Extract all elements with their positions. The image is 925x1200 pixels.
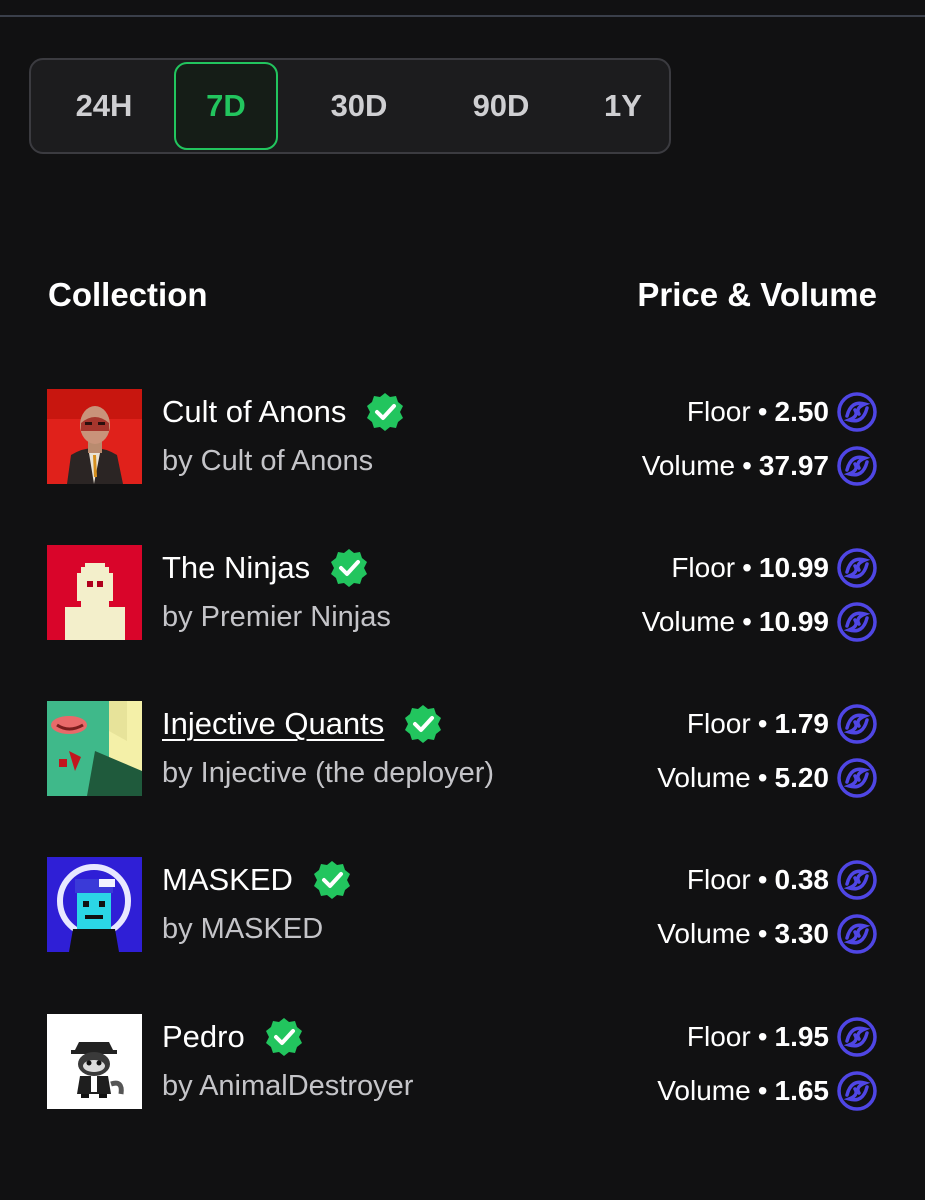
collection-name-link[interactable]: Injective Quants [162, 706, 384, 742]
injective-icon [837, 602, 877, 642]
collection-row[interactable]: MASKED by MASKED Floor • 0.38 Volume • 3.30 [0, 857, 925, 954]
collection-row[interactable]: The Ninjas by Premier Ninjas Floor • 10.99… [0, 545, 925, 642]
collection-thumbnail[interactable] [47, 389, 142, 484]
tab-24h[interactable]: 24H [53, 60, 155, 152]
injective-icon [837, 1017, 877, 1057]
collection-thumbnail[interactable] [47, 1014, 142, 1109]
floor-label: Floor [686, 708, 751, 739]
collection-row[interactable]: Injective Quants by Injective (the deplo… [0, 701, 925, 798]
floor-price: Floor • 2.50 [687, 392, 877, 432]
collection-row[interactable]: Cult of Anons by Cult of Anons Floor • 2.5… [0, 389, 925, 486]
collection-row[interactable]: Pedro by AnimalDestroyer Floor • 1.95 Volu… [0, 1014, 925, 1111]
floor-value: 10.99 [758, 552, 829, 583]
floor-label: Floor [686, 864, 751, 895]
collection-header: Collection [48, 276, 208, 313]
volume: Volume • 10.99 [642, 602, 877, 642]
floor-label: Floor [686, 1021, 751, 1052]
volume-label: Volume [641, 450, 736, 481]
top-divider [0, 15, 925, 17]
volume-value: 3.30 [774, 918, 830, 949]
collection-name[interactable]: Cult of Anons [162, 394, 346, 430]
verified-badge-icon [328, 547, 370, 589]
collection-thumbnail[interactable] [47, 545, 142, 640]
floor-label: Floor [671, 552, 736, 583]
collection-name[interactable]: Pedro [162, 1019, 245, 1055]
collection-thumbnail[interactable] [47, 701, 142, 796]
floor-value: 0.38 [774, 864, 830, 895]
volume-label: Volume [657, 762, 751, 793]
period-tabs: 24H 7D 30D 90D 1Y [29, 58, 671, 154]
tab-7d[interactable]: 7D [174, 62, 278, 150]
verified-badge-icon [402, 703, 444, 745]
collection-creator: by Injective (the deployer) [162, 757, 495, 789]
injective-icon [837, 446, 877, 486]
floor-price: Floor • 1.79 [687, 704, 877, 744]
floor-label: Floor [686, 396, 751, 427]
volume-value: 10.99 [758, 606, 829, 637]
collection-name[interactable]: The Ninjas [162, 550, 310, 586]
verified-badge-icon [263, 1016, 305, 1058]
injective-icon [837, 914, 877, 954]
injective-icon [837, 548, 877, 588]
volume-label: Volume [657, 1075, 751, 1106]
floor-value: 1.95 [774, 1021, 830, 1052]
volume-value: 1.65 [774, 1075, 830, 1106]
injective-icon [837, 704, 877, 744]
tab-90d[interactable]: 90D [449, 60, 553, 152]
injective-icon [837, 1071, 877, 1111]
volume: Volume • 3.30 [657, 914, 877, 954]
volume: Volume • 37.97 [642, 446, 877, 486]
volume: Volume • 5.20 [657, 758, 877, 798]
floor-value: 2.50 [774, 396, 830, 427]
injective-icon [837, 758, 877, 798]
volume: Volume • 1.65 [657, 1071, 877, 1111]
floor-price: Floor • 0.38 [687, 860, 877, 900]
collection-creator: by MASKED [162, 913, 324, 945]
injective-icon [837, 392, 877, 432]
tab-30d[interactable]: 30D [307, 60, 411, 152]
collection-thumbnail[interactable] [47, 857, 142, 952]
collection-creator: by Cult of Anons [162, 445, 374, 477]
verified-badge-icon [364, 391, 406, 433]
injective-icon [837, 860, 877, 900]
volume-value: 37.97 [758, 450, 829, 481]
price-volume-header: Price & Volume [637, 276, 877, 313]
floor-price: Floor • 1.95 [687, 1017, 877, 1057]
collection-creator: by AnimalDestroyer [162, 1070, 414, 1102]
verified-badge-icon [311, 859, 353, 901]
volume-value: 5.20 [774, 762, 830, 793]
collection-creator: by Premier Ninjas [162, 601, 391, 633]
collection-name[interactable]: MASKED [162, 862, 293, 898]
volume-label: Volume [657, 918, 751, 949]
volume-label: Volume [641, 606, 736, 637]
floor-value: 1.79 [774, 708, 830, 739]
floor-price: Floor • 10.99 [671, 548, 877, 588]
tab-1y[interactable]: 1Y [578, 60, 668, 152]
